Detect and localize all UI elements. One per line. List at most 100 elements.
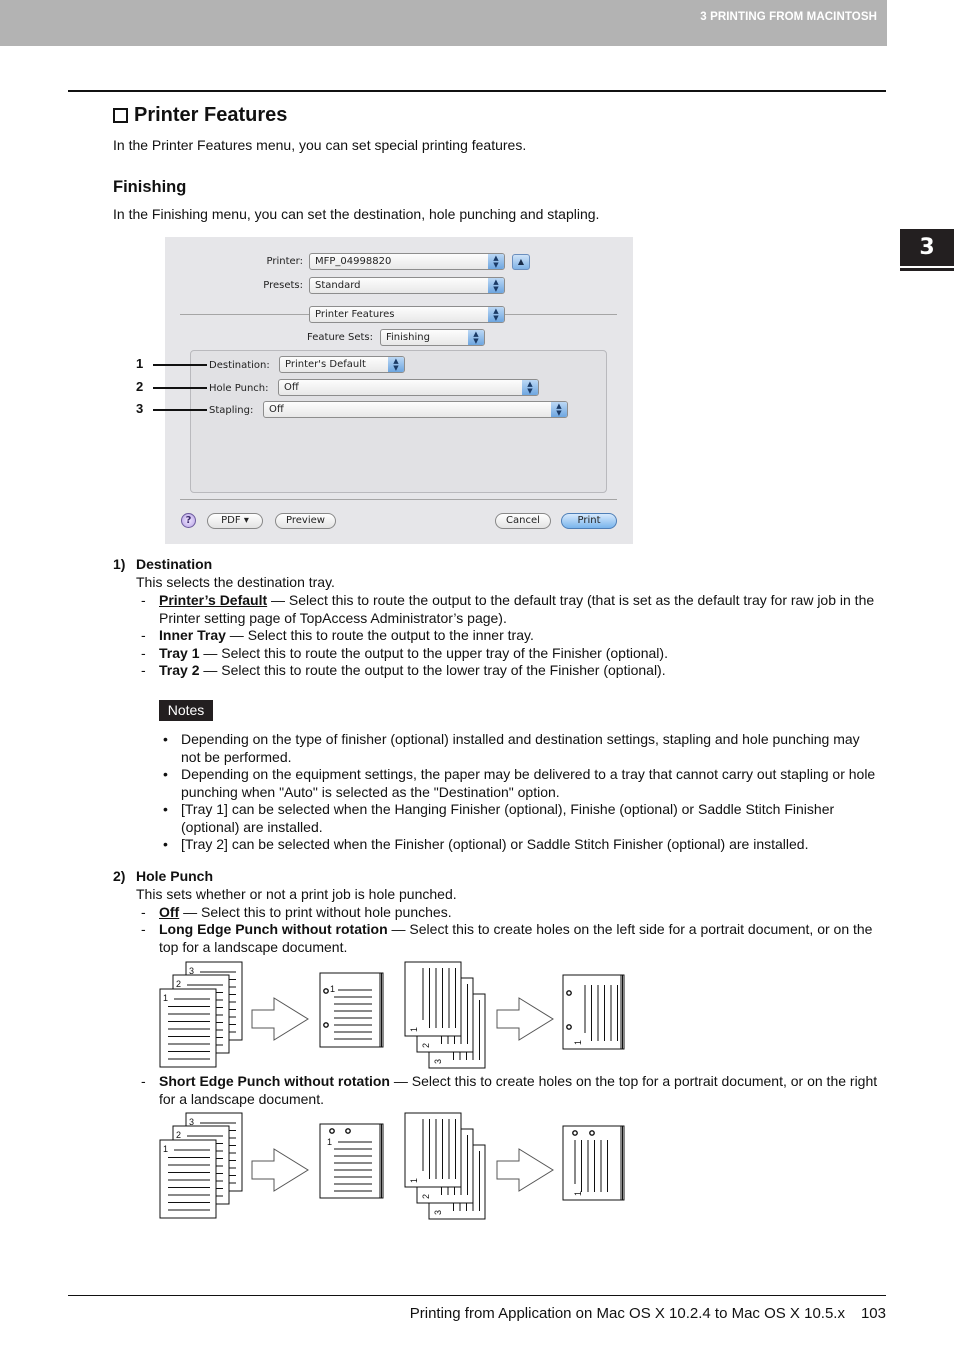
section-title: Printer Features (113, 104, 287, 127)
callout-line-1 (153, 364, 207, 366)
popup-arrows-icon: ▲ ▼ (488, 278, 504, 293)
note-text: [Tray 1] can be selected when the Hangin… (181, 801, 835, 835)
feature-sets-value: Finishing (386, 332, 430, 343)
chapter-title: 3 PRINTING FROM MACINTOSH (700, 11, 877, 23)
hole-punch-heading: 2) Hole Punch (113, 868, 213, 884)
long-edge-punch-illustration: 32113211 (159, 961, 625, 1069)
preview-button[interactable]: Preview (275, 513, 336, 529)
option-name: Printer’s Default (159, 592, 268, 608)
callout-line-2 (153, 387, 207, 389)
page-footer: Printing from Application on Mac OS X 10… (410, 1305, 886, 1322)
chapter-tab[interactable]: 3 (900, 229, 954, 266)
destination-value: Printer's Default (285, 359, 366, 370)
option-text: — Select this to route the output to the… (159, 592, 875, 626)
printer-label: Printer: (266, 256, 303, 267)
short-edge-punch-illustration: 32113211 (159, 1112, 625, 1220)
page-sheet (319, 1123, 381, 1199)
popup-arrows-icon: ▲ ▼ (488, 254, 504, 269)
running-header: 3 PRINTING FROM MACINTOSH (0, 0, 887, 46)
note-text: Depending on the equipment settings, the… (181, 766, 876, 800)
popup-arrows-icon: ▲ ▼ (468, 330, 484, 345)
option-name: Tray 1 (159, 645, 200, 661)
callout-1: 1 (136, 356, 144, 371)
hole-punch-option: - Off — Select this to print without hole… (141, 904, 452, 920)
popup-arrows-icon: ▲ ▼ (488, 307, 504, 322)
hole-punch-label: Hole Punch: (209, 383, 269, 394)
page-sheet (404, 961, 462, 1037)
page-number-label: 1 (163, 993, 168, 1003)
popup-arrows-icon: ▲ ▼ (522, 380, 538, 395)
destination-option: - Printer’s Default — Select this to rout… (141, 592, 875, 626)
page-number-label: 2 (176, 1130, 181, 1140)
option-text: — Select this to route the output to the… (199, 645, 668, 661)
print-button[interactable]: Print (561, 513, 617, 529)
option-name: Off (159, 904, 180, 920)
note-text: [Tray 2] can be selected when the Finish… (181, 836, 809, 852)
page-number: 103 (860, 1305, 886, 1322)
hole-punch-value: Off (284, 382, 299, 393)
checkbox-bullet-icon (113, 108, 128, 123)
popup-arrows-icon: ▲ ▼ (388, 357, 404, 372)
option-text: — Select this to route the output to the… (225, 627, 534, 643)
page-number-label: 3 (433, 1059, 443, 1064)
cancel-button[interactable]: Cancel (495, 513, 551, 529)
footer-rule (68, 1295, 886, 1296)
note-item: • [Tray 1] can be selected when the Hangi… (163, 801, 883, 836)
page-number-label: 1 (573, 1040, 583, 1045)
pdf-menu-button[interactable]: PDF ▾ (207, 513, 263, 529)
panel-select[interactable]: Printer Features ▲ ▼ (309, 306, 505, 323)
note-item: • Depending on the equipment settings, th… (163, 766, 883, 801)
page-number-label: 2 (421, 1043, 431, 1048)
page-number-label: 1 (409, 1178, 419, 1183)
item-number: 2) (113, 868, 126, 884)
panel-value: Printer Features (315, 309, 395, 320)
note-item: • Depending on the type of finisher (opti… (163, 731, 883, 766)
presets-select[interactable]: Standard ▲ ▼ (309, 277, 505, 294)
disclosure-button[interactable]: ▲ (512, 254, 530, 270)
header-rule (68, 90, 886, 92)
section-intro: In the Printer Features menu, you can se… (113, 137, 527, 153)
arrow-icon (496, 997, 554, 1041)
arrow-icon (496, 1148, 554, 1192)
page-sheet (159, 1139, 217, 1219)
section-title-text: Printer Features (134, 104, 288, 126)
destination-heading: 1) Destination (113, 556, 212, 572)
chapter-tab-underline (900, 268, 954, 271)
page-sheet (319, 972, 381, 1048)
printer-value: MFP_04998820 (315, 256, 392, 267)
page-number-label: 2 (421, 1194, 431, 1199)
printer-select[interactable]: MFP_04998820 ▲ ▼ (309, 253, 505, 270)
page-number-label: 1 (163, 1144, 168, 1154)
destination-desc: This selects the destination tray. (136, 574, 335, 590)
stapling-select[interactable]: Off ▲ ▼ (263, 401, 568, 418)
option-name: Short Edge Punch without rotation (159, 1073, 390, 1089)
page-number-label: 1 (409, 1027, 419, 1032)
feature-sets-select[interactable]: Finishing ▲ ▼ (380, 329, 485, 346)
notes-badge: Notes (159, 700, 213, 721)
disclosure-triangle-icon: ▲ (517, 257, 525, 266)
destination-option: - Tray 2 — Select this to route the outpu… (141, 662, 666, 678)
page-number-label: 2 (176, 979, 181, 989)
option-text: — Select this to route the output to the… (199, 662, 666, 678)
page-number-label: 1 (330, 984, 335, 994)
hole-punch-select[interactable]: Off ▲ ▼ (278, 379, 539, 396)
separator-left (180, 314, 309, 315)
stapling-value: Off (269, 404, 284, 415)
help-button[interactable]: ? (181, 513, 196, 528)
destination-select[interactable]: Printer's Default ▲ ▼ (279, 356, 405, 373)
item-title: Hole Punch (136, 868, 214, 884)
footer-title: Printing from Application on Mac OS X 10… (409, 1305, 845, 1322)
item-title: Destination (136, 556, 213, 572)
callout-3: 3 (136, 401, 144, 416)
hole-punch-desc: This sets whether or not a print job is … (136, 886, 457, 902)
note-item: • [Tray 2] can be selected when the Finis… (163, 836, 883, 854)
print-dialog: Printer: MFP_04998820 ▲ ▼ ▲ Presets: Stan… (165, 237, 633, 544)
page-sheet (562, 1125, 622, 1201)
note-text: Depending on the type of finisher (optio… (181, 731, 860, 765)
option-name: Tray 2 (159, 662, 200, 678)
option-text: — Select this to print without hole punc… (179, 904, 452, 920)
hole-punch-option: - Long Edge Punch without rotation — Sele… (141, 921, 873, 955)
destination-option: - Tray 1 — Select this to route the outpu… (141, 645, 668, 661)
callout-2: 2 (136, 379, 144, 394)
footer-separator (180, 499, 617, 500)
